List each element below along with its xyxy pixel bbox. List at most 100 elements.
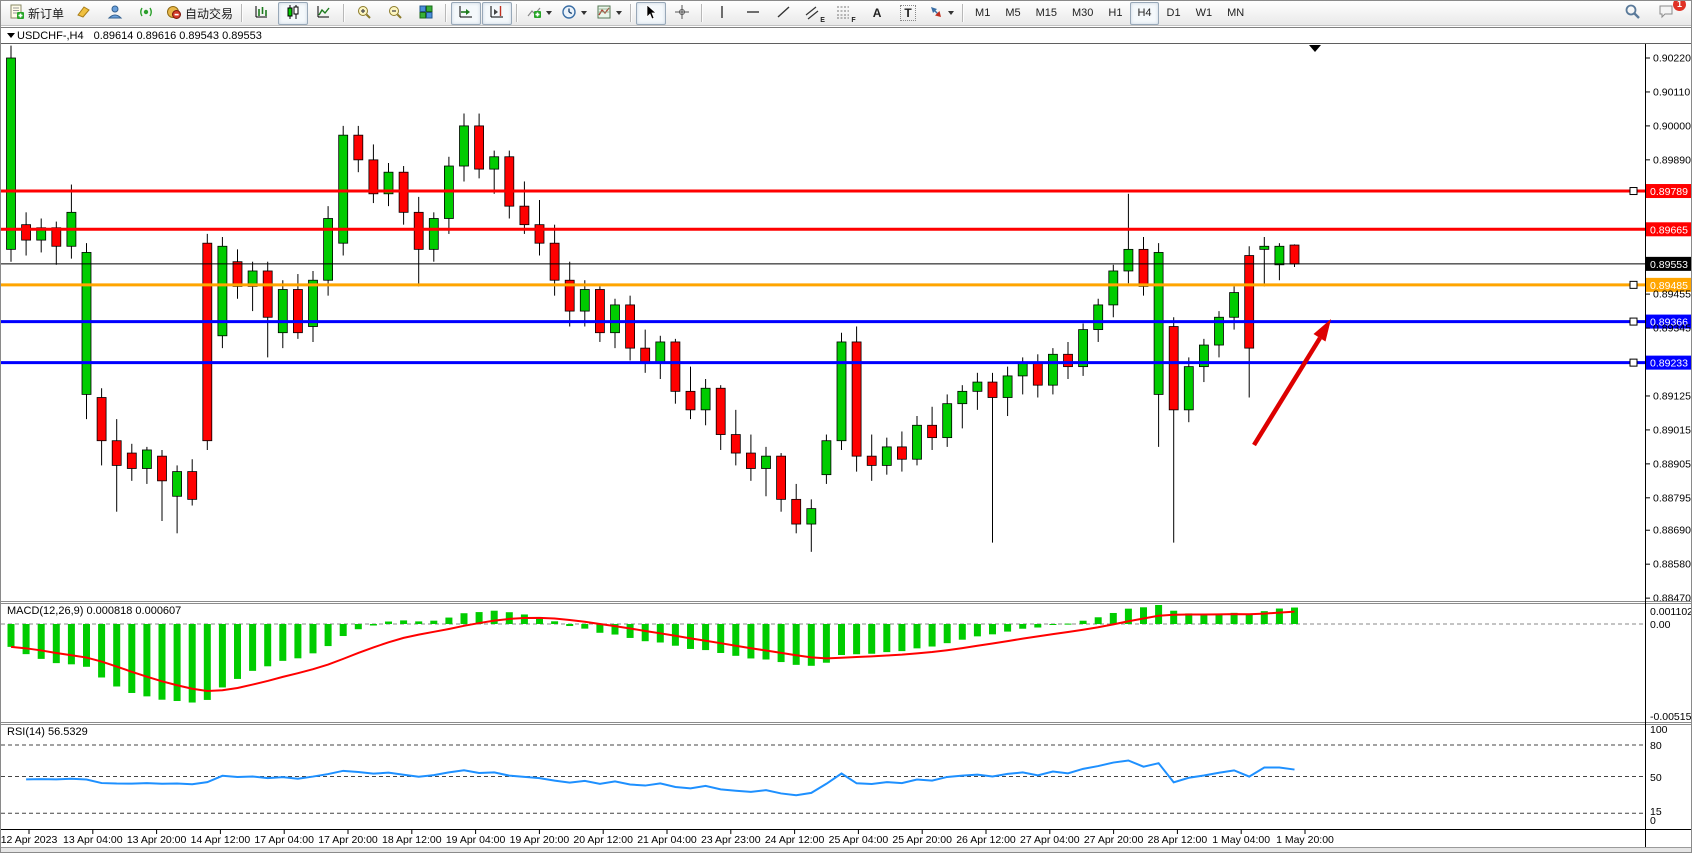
indicators-dropdown-caret[interactable]: [546, 11, 552, 15]
candle-body: [339, 135, 348, 243]
arrows-tool-button[interactable]: [924, 2, 958, 25]
signals-icon: [138, 4, 154, 23]
arrows-dropdown-caret[interactable]: [948, 11, 954, 15]
tile-windows-button[interactable]: [411, 2, 441, 25]
chart-shift-button[interactable]: [482, 2, 512, 25]
tf-D1[interactable]: D1: [1160, 2, 1188, 25]
toolbar-separator: [516, 4, 518, 22]
macd-histogram-bar: [430, 621, 437, 624]
tf-M30[interactable]: M30: [1065, 2, 1100, 25]
candle-body: [414, 212, 423, 249]
macd-histogram-bar: [1155, 605, 1162, 624]
hline-handle[interactable]: [1630, 281, 1637, 288]
candle-body: [988, 382, 997, 397]
fibonacci-button[interactable]: F: [831, 2, 861, 25]
vertical-line-button[interactable]: [707, 2, 737, 25]
profile-button[interactable]: [100, 2, 130, 25]
tip-icon: [76, 4, 92, 23]
macd-histogram-bar: [1019, 624, 1026, 629]
zoom-in-button[interactable]: [349, 2, 379, 25]
price-tick-label: 0.88470: [1653, 593, 1691, 605]
tip-of-day-button[interactable]: [69, 2, 99, 25]
fibonacci-icon: [836, 4, 850, 23]
text-tool-button[interactable]: A: [862, 2, 892, 25]
macd-histogram-bar: [385, 622, 392, 624]
trendline-button[interactable]: [769, 2, 799, 25]
horizontal-line-button[interactable]: [738, 2, 768, 25]
candlestick-button[interactable]: [278, 2, 308, 25]
hline-price-label: 0.89789: [1650, 186, 1688, 198]
templates-button[interactable]: [592, 2, 626, 25]
macd-histogram-bar: [808, 624, 815, 666]
toolbar-separator: [701, 4, 703, 22]
macd-histogram-bar: [1246, 615, 1253, 624]
tf-M15[interactable]: M15: [1029, 2, 1064, 25]
text-label-button[interactable]: T: [893, 2, 923, 25]
new-order-button[interactable]: 新订单: [5, 2, 68, 25]
macd-histogram-bar: [627, 624, 634, 638]
macd-histogram-bar: [868, 624, 875, 654]
crosshair-button[interactable]: [667, 2, 697, 25]
new-order-icon: [9, 4, 25, 23]
tf-W1[interactable]: W1: [1189, 2, 1220, 25]
candle-body: [520, 206, 529, 225]
tf-M1[interactable]: M1: [968, 2, 997, 25]
notifications-button[interactable]: 1: [1651, 2, 1681, 25]
line-chart-button[interactable]: [309, 2, 339, 25]
macd-histogram-bar: [959, 624, 966, 640]
chart-canvas[interactable]: 0.897890.896650.895530.894850.893660.892…: [1, 1, 1692, 853]
macd-axis-label: 0.001102: [1650, 606, 1692, 618]
macd-histogram-bar: [1080, 621, 1087, 624]
candle-body: [913, 425, 922, 459]
zoom-out-button[interactable]: [380, 2, 410, 25]
hline-handle[interactable]: [1630, 318, 1637, 325]
periods-button[interactable]: [557, 2, 591, 25]
window-bottom-strip: [1, 848, 1692, 853]
macd-histogram-bar: [1034, 624, 1041, 628]
hline-handle[interactable]: [1630, 359, 1637, 366]
rsi-label: RSI(14) 56.5329: [7, 726, 88, 738]
candle-body: [746, 453, 755, 468]
search-icon: [1624, 3, 1641, 23]
periods-dropdown-caret[interactable]: [581, 11, 587, 15]
auto-scroll-button[interactable]: [451, 2, 481, 25]
rsi-axis-label: 80: [1650, 740, 1662, 752]
price-tick-label: 0.89015: [1653, 424, 1691, 436]
tf-H1[interactable]: H1: [1101, 2, 1129, 25]
price-tick-label: 0.90110: [1653, 86, 1690, 98]
macd-histogram-bar: [340, 624, 347, 636]
candle-body: [324, 218, 333, 280]
profile-icon: [107, 4, 123, 23]
tf-H4[interactable]: H4: [1130, 2, 1158, 25]
candle-body: [580, 289, 589, 311]
toolbar-separator: [445, 4, 447, 22]
cursor-button[interactable]: [636, 2, 666, 25]
cursor-icon: [643, 4, 659, 23]
candle-body: [1245, 256, 1254, 349]
zoom-out-icon: [387, 4, 403, 23]
candle-body: [1003, 376, 1012, 398]
templates-dropdown-caret[interactable]: [616, 11, 622, 15]
tf-MN[interactable]: MN: [1220, 2, 1251, 25]
hline-handle[interactable]: [1630, 188, 1637, 195]
macd-histogram-bar: [521, 614, 528, 624]
auto-trading-button[interactable]: 自动交易: [162, 2, 237, 25]
candle-body: [1169, 327, 1178, 410]
candle-body: [535, 225, 544, 244]
candle-body: [731, 435, 740, 454]
macd-histogram-bar: [566, 624, 573, 626]
indicators-button[interactable]: [522, 2, 556, 25]
macd-histogram-bar: [1065, 624, 1072, 625]
date-label: 19 Apr 20:00: [510, 834, 570, 846]
bar-chart-button[interactable]: [247, 2, 277, 25]
date-label: 13 Apr 20:00: [127, 834, 187, 846]
symbol-dropdown[interactable]: USDCHF-,H4: [7, 30, 84, 42]
equidistant-channel-button[interactable]: E: [800, 2, 830, 25]
chart-background[interactable]: [1, 43, 1692, 847]
signals-button[interactable]: [131, 2, 161, 25]
search-button[interactable]: [1617, 2, 1647, 25]
toolbar-separator: [630, 4, 632, 22]
tf-M5[interactable]: M5: [998, 2, 1027, 25]
macd-histogram-bar: [853, 624, 860, 654]
candle-body: [595, 289, 604, 332]
